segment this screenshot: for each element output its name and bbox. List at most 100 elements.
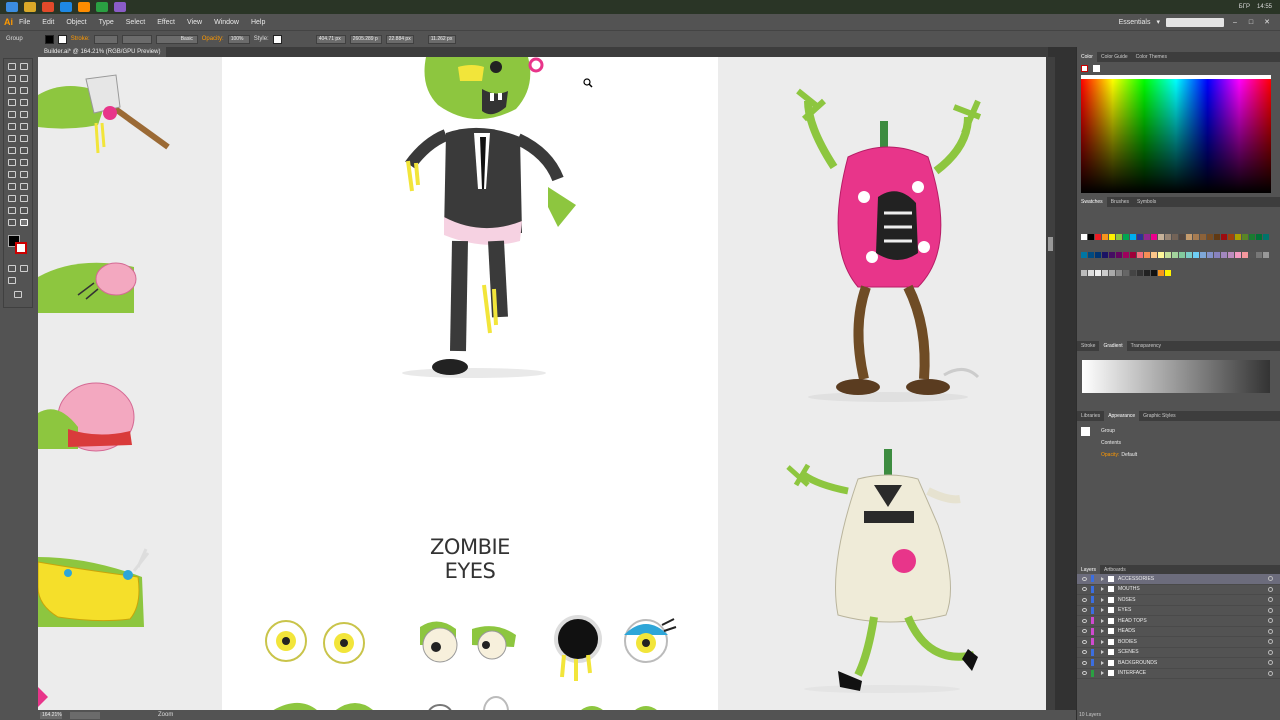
exposed-brain-head-top[interactable]: [38, 382, 135, 452]
stroke-label[interactable]: Stroke:: [71, 36, 90, 42]
selection-tool-icon[interactable]: [8, 63, 16, 70]
eye-icon[interactable]: [1082, 660, 1087, 665]
pencil-tool-icon[interactable]: [8, 123, 16, 130]
eye-icon[interactable]: [1082, 608, 1087, 613]
brush-definition[interactable]: Basic: [155, 34, 198, 44]
chevron-down-icon[interactable]: ▾: [1156, 18, 1160, 26]
fill-proxy-icon[interactable]: [1093, 65, 1100, 72]
swatch[interactable]: [1179, 252, 1185, 258]
menu-file[interactable]: File: [19, 19, 30, 26]
swatch[interactable]: [1151, 234, 1157, 240]
swatch[interactable]: [1200, 252, 1206, 258]
expand-icon[interactable]: [1101, 597, 1104, 602]
magic-wand-tool-icon[interactable]: [8, 75, 16, 82]
layer-row[interactable]: BODIES: [1077, 637, 1280, 648]
layer-row[interactable]: NOSES: [1077, 595, 1280, 606]
swatch[interactable]: [1172, 252, 1178, 258]
fill-swatch[interactable]: [44, 34, 54, 44]
swatch[interactable]: [1249, 234, 1255, 240]
swatch[interactable]: [1172, 234, 1178, 240]
swatch[interactable]: [1130, 270, 1136, 276]
zombie-eyes-row[interactable]: [260, 615, 690, 710]
menu-edit[interactable]: Edit: [42, 19, 54, 26]
expand-icon[interactable]: [1101, 587, 1104, 592]
swatch[interactable]: [1158, 234, 1164, 240]
swatch-grid[interactable]: [1081, 228, 1271, 282]
curvature-tool-icon[interactable]: [20, 87, 28, 94]
swatch[interactable]: [1207, 234, 1213, 240]
paintbrush-tool-icon[interactable]: [20, 111, 28, 118]
mesh-tool-icon[interactable]: [8, 171, 16, 178]
black-eye[interactable]: [554, 615, 602, 681]
current-tool-status[interactable]: Zoom: [158, 712, 173, 718]
swatch[interactable]: [1158, 270, 1164, 276]
swatch[interactable]: [1263, 252, 1269, 258]
menu-effect[interactable]: Effect: [157, 19, 175, 26]
layer-name[interactable]: BODIES: [1118, 639, 1137, 645]
swatch[interactable]: [1095, 270, 1101, 276]
swatch[interactable]: [1235, 252, 1241, 258]
hand-tool-icon[interactable]: [8, 219, 16, 226]
swatch[interactable]: [1228, 252, 1234, 258]
variable-width-field[interactable]: [121, 34, 152, 44]
swatch[interactable]: [1123, 234, 1129, 240]
swatch[interactable]: [1109, 234, 1115, 240]
swatch[interactable]: [1144, 234, 1150, 240]
free-transform-tool-icon[interactable]: [20, 147, 28, 154]
eye-icon[interactable]: [1082, 597, 1087, 602]
swatch[interactable]: [1081, 234, 1087, 240]
swatch[interactable]: [1088, 252, 1094, 258]
swatch[interactable]: [1123, 252, 1129, 258]
swatch[interactable]: [1102, 252, 1108, 258]
hair-head-top[interactable]: [38, 548, 150, 627]
swatch[interactable]: [1151, 252, 1157, 258]
target-icon[interactable]: [1268, 660, 1273, 666]
eye-icon[interactable]: [1082, 650, 1087, 655]
stroke-proxy-icon[interactable]: [1081, 65, 1088, 72]
expand-icon[interactable]: [1101, 639, 1104, 644]
appearance-object[interactable]: Group: [1077, 425, 1280, 437]
expand-icon[interactable]: [1101, 608, 1104, 613]
layer-row[interactable]: HEAD TOPS: [1077, 616, 1280, 627]
swatch[interactable]: [1221, 234, 1227, 240]
menu-help[interactable]: Help: [251, 19, 265, 26]
tab-gradient[interactable]: Gradient: [1099, 341, 1127, 351]
gradient-mode-icon[interactable]: [20, 265, 28, 272]
lidded-eyes[interactable]: [420, 621, 516, 663]
layer-row[interactable]: BACKGROUNDS: [1077, 658, 1280, 669]
expand-icon[interactable]: [1101, 618, 1104, 623]
menu-window[interactable]: Window: [214, 19, 239, 26]
swatch[interactable]: [1102, 234, 1108, 240]
menu-object[interactable]: Object: [66, 19, 86, 26]
shape-builder-tool-icon[interactable]: [8, 159, 16, 166]
pen-tool-icon[interactable]: [8, 87, 16, 94]
swatch[interactable]: [1165, 252, 1171, 258]
stroke-swatch[interactable]: [57, 34, 67, 44]
height-field[interactable]: 11.262 px: [427, 34, 456, 44]
layer-row[interactable]: EYES: [1077, 606, 1280, 616]
blue-lid-eye[interactable]: [624, 618, 677, 663]
swatch[interactable]: [1116, 270, 1122, 276]
maximize-icon[interactable]: □: [1246, 19, 1256, 26]
tab-symbols[interactable]: Symbols: [1133, 197, 1160, 207]
tab-brushes[interactable]: Brushes: [1107, 197, 1133, 207]
spotify-icon[interactable]: [96, 2, 108, 12]
blend-tool-icon[interactable]: [20, 183, 28, 190]
swatch[interactable]: [1116, 252, 1122, 258]
workspace-switcher[interactable]: Essentials: [1119, 19, 1151, 26]
menu-type[interactable]: Type: [99, 19, 114, 26]
zombie-eyes-heading[interactable]: ZOMBIE EYES: [410, 535, 530, 583]
target-icon[interactable]: [1268, 639, 1273, 645]
expand-icon[interactable]: [1101, 660, 1104, 665]
swatch[interactable]: [1144, 270, 1150, 276]
target-icon[interactable]: [1268, 649, 1273, 655]
menu-select[interactable]: Select: [126, 19, 145, 26]
eye-icon[interactable]: [1082, 587, 1087, 592]
eyedropper-tool-icon[interactable]: [8, 183, 16, 190]
swatch[interactable]: [1214, 234, 1220, 240]
appearance-opacity-label[interactable]: Opacity:: [1101, 452, 1119, 458]
layer-row[interactable]: MOUTHS: [1077, 585, 1280, 595]
tab-appearance[interactable]: Appearance: [1104, 411, 1140, 421]
layer-name[interactable]: HEAD TOPS: [1118, 618, 1147, 624]
swatch[interactable]: [1109, 252, 1115, 258]
